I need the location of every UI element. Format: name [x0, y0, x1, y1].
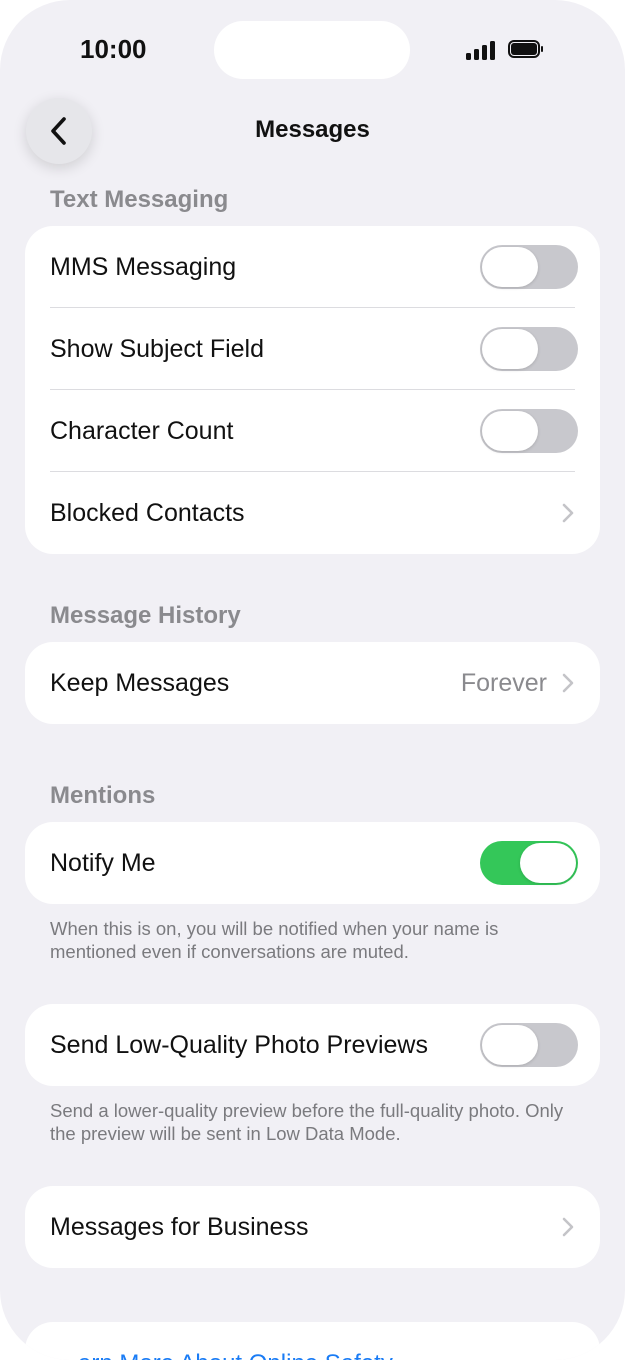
learn-more-link[interactable]: arn More About Online Safety — [78, 1350, 393, 1360]
cellular-signal-icon — [466, 40, 498, 60]
mms-messaging-row: MMS Messaging — [25, 226, 600, 308]
battery-icon — [508, 40, 544, 58]
messages-for-business-label: Messages for Business — [50, 1213, 309, 1241]
low-quality-row: Send Low-Quality Photo Previews — [25, 1004, 600, 1086]
low-quality-card: Send Low-Quality Photo Previews — [25, 1004, 600, 1086]
show-subject-field-label: Show Subject Field — [50, 335, 265, 363]
business-card: Messages for Business — [25, 1186, 600, 1268]
notify-me-label: Notify Me — [50, 849, 156, 877]
mms-messaging-toggle[interactable] — [480, 245, 578, 289]
section-header-message-history: Message History — [50, 602, 241, 629]
mms-messaging-label: MMS Messaging — [50, 253, 237, 281]
section-header-text-messaging: Text Messaging — [50, 186, 229, 213]
keep-messages-row[interactable]: Keep Messages Forever — [25, 642, 600, 724]
messages-for-business-row[interactable]: Messages for Business — [25, 1186, 600, 1268]
page-title: Messages — [255, 116, 370, 143]
message-history-card: Keep Messages Forever — [25, 642, 600, 724]
status-time: 10:00 — [80, 34, 147, 64]
phone-screen: 10:00 Messages Text Messaging MMS Messag… — [0, 0, 625, 1360]
keep-messages-value: Forever — [460, 669, 547, 697]
low-quality-footnote: Send a lower-quality preview before the … — [50, 1100, 564, 1144]
character-count-toggle[interactable] — [480, 409, 578, 453]
character-count-row: Character Count — [25, 390, 600, 472]
low-quality-toggle[interactable] — [480, 1023, 578, 1067]
notify-me-toggle[interactable] — [480, 841, 578, 885]
keep-messages-label: Keep Messages — [50, 669, 230, 697]
blocked-contacts-row[interactable]: Blocked Contacts — [25, 472, 600, 554]
character-count-label: Character Count — [50, 417, 234, 445]
show-subject-field-row: Show Subject Field — [25, 308, 600, 390]
notify-me-row: Notify Me — [25, 822, 600, 904]
dynamic-island — [214, 21, 410, 79]
blocked-contacts-label: Blocked Contacts — [50, 499, 245, 527]
low-quality-label: Send Low-Quality Photo Previews — [50, 1031, 428, 1059]
show-subject-field-toggle[interactable] — [480, 327, 578, 371]
chevron-right-icon — [562, 673, 574, 693]
text-messaging-card: MMS Messaging Show Subject Field Charact… — [25, 226, 600, 554]
section-header-mentions: Mentions — [50, 782, 156, 809]
chevron-right-icon — [562, 1217, 574, 1237]
chevron-right-icon — [562, 503, 574, 523]
mentions-footnote: When this is on, you will be notified wh… — [50, 918, 499, 962]
mentions-card: Notify Me — [25, 822, 600, 904]
